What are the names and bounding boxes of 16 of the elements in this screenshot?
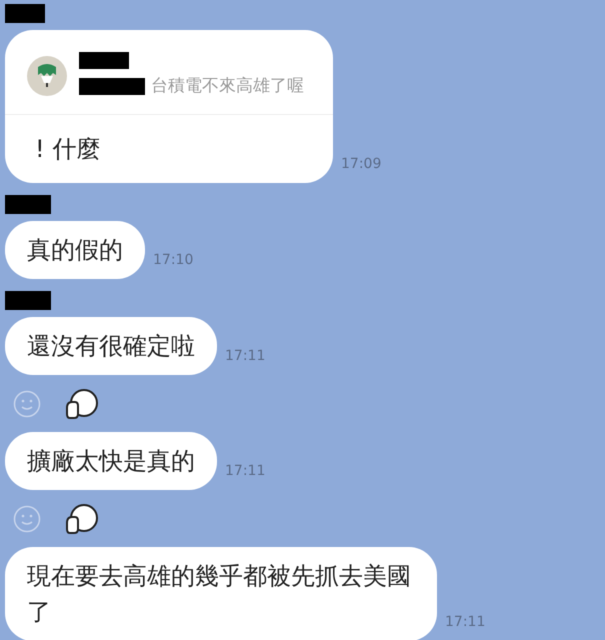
timestamp: 17:10	[153, 250, 194, 270]
avatar-icon	[27, 56, 67, 96]
redaction-bar	[79, 78, 145, 96]
message-text: 現在要去高雄的幾乎都被先抓去美國了	[27, 562, 411, 626]
timestamp: 17:09	[341, 154, 382, 174]
quoted-text: 台積電不來高雄了喔	[151, 75, 304, 98]
smiley-icon[interactable]	[13, 504, 41, 532]
timestamp: 17:11	[225, 462, 266, 480]
smiley-icon[interactable]	[13, 390, 41, 418]
timestamp: 17:11	[225, 346, 266, 366]
redaction-bar	[79, 52, 129, 69]
timestamp: 17:11	[445, 612, 486, 632]
message-text: ! 什麼	[35, 134, 100, 162]
message-text: 擴廠太快是真的	[27, 446, 195, 474]
message-text: 還沒有很確定啦	[27, 332, 195, 360]
message-text: 真的假的	[27, 236, 123, 264]
